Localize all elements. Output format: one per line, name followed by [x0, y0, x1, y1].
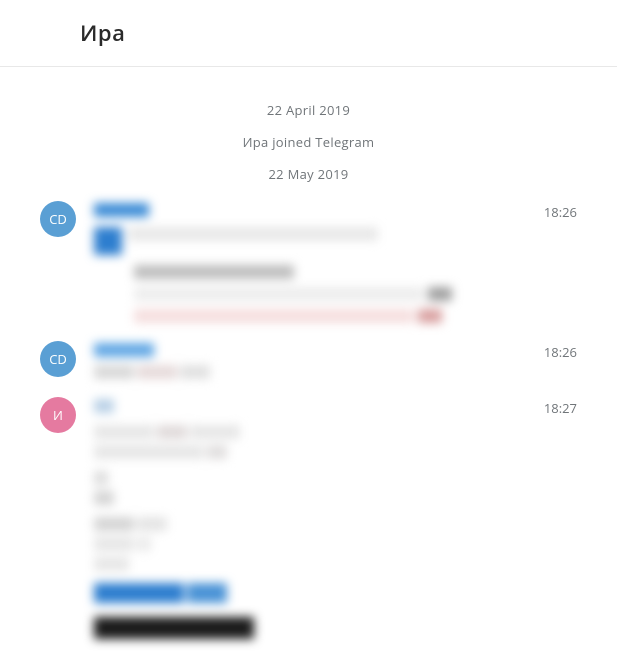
- service-date: 22 April 2019: [40, 101, 577, 119]
- message-body: [94, 397, 577, 639]
- service-date: 22 May 2019: [40, 165, 577, 183]
- chat-content: 22 April 2019 Ира joined Telegram 22 May…: [0, 67, 617, 639]
- avatar[interactable]: CD: [40, 201, 76, 237]
- chat-title[interactable]: Ира: [80, 18, 617, 48]
- avatar[interactable]: И: [40, 397, 76, 433]
- avatar[interactable]: CD: [40, 341, 76, 377]
- message-time: 18:27: [544, 399, 577, 417]
- message-body: [94, 201, 577, 323]
- message-row[interactable]: И 18:27: [40, 397, 577, 639]
- message-row[interactable]: CD 18:26: [40, 341, 577, 379]
- message-time: 18:26: [544, 343, 577, 361]
- message-body: [94, 341, 577, 379]
- message-time: 18:26: [544, 203, 577, 221]
- chat-header: Ира: [0, 0, 617, 67]
- message-row[interactable]: CD 18:26: [40, 201, 577, 323]
- service-joined-message: Ира joined Telegram: [40, 133, 577, 151]
